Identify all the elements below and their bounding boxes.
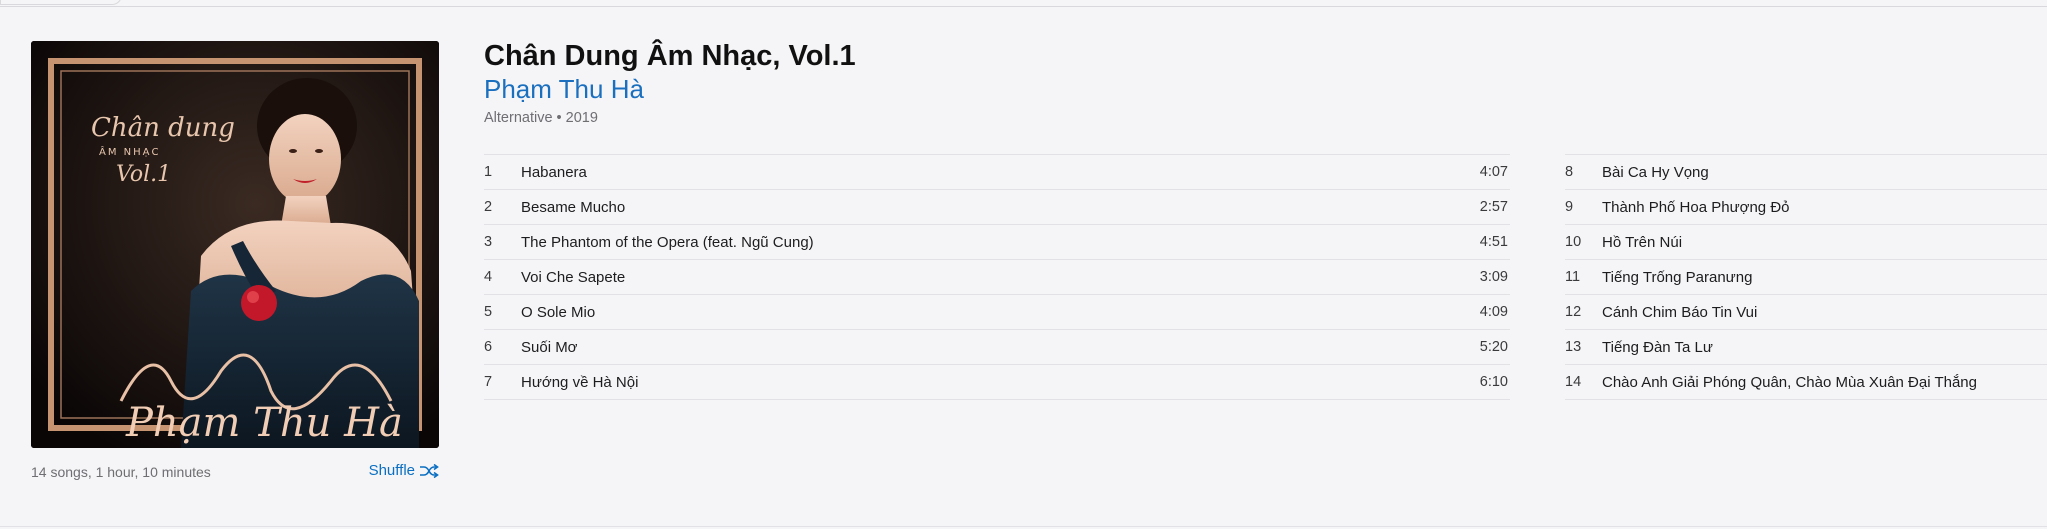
- track-number: 4: [484, 269, 493, 285]
- track-duration: 3:09: [1479, 269, 1508, 285]
- track-number: 13: [1565, 339, 1582, 355]
- track-duration: 4:07: [1479, 164, 1508, 180]
- track-number: 11: [1565, 269, 1581, 285]
- track-duration: 4:51: [1479, 234, 1508, 250]
- album-artwork[interactable]: Chân dung ÂM NHẠC Vol.1 Phạm Thu Hà: [31, 41, 439, 448]
- track-title: Tiếng Trống Paranưng: [1602, 269, 1753, 286]
- artwork-subtitle: ÂM NHẠC: [99, 145, 160, 158]
- track-duration: 5:20: [1479, 339, 1508, 355]
- track-title: Thành Phố Hoa Phượng Đỏ: [1602, 199, 1790, 216]
- artwork-volume: Vol.1: [116, 162, 171, 187]
- track-row[interactable]: 12 Cánh Chim Báo Tin Vui: [1565, 295, 2047, 330]
- track-row[interactable]: 4 Voi Che Sapete 3:09: [484, 260, 1510, 295]
- track-row[interactable]: 13 Tiếng Đàn Ta Lư: [1565, 330, 2047, 365]
- track-number: 8: [1565, 164, 1574, 180]
- track-number: 1: [484, 164, 493, 180]
- track-title: Suối Mơ: [521, 339, 578, 356]
- toolbar-tab-stub: [0, 0, 122, 5]
- track-number: 7: [484, 374, 493, 390]
- track-row[interactable]: 3 The Phantom of the Opera (feat. Ngũ Cu…: [484, 225, 1510, 260]
- track-duration: 4:09: [1479, 304, 1508, 320]
- album-meta-row: 14 songs, 1 hour, 10 minutes Shuffle: [31, 462, 439, 482]
- track-list-right: 8 Bài Ca Hy Vọng 9 Thành Phố Hoa Phượng …: [1565, 154, 2047, 400]
- track-row[interactable]: 5 O Sole Mio 4:09: [484, 295, 1510, 330]
- track-title: Bài Ca Hy Vọng: [1602, 164, 1709, 181]
- track-row[interactable]: 14 Chào Anh Giải Phóng Quân, Chào Mùa Xu…: [1565, 365, 2047, 400]
- track-title: Habanera: [521, 164, 587, 181]
- bottom-divider: [0, 526, 2047, 527]
- track-title: O Sole Mio: [521, 304, 596, 321]
- track-title: Hướng về Hà Nội: [521, 374, 639, 391]
- track-title: Cánh Chim Báo Tin Vui: [1602, 304, 1758, 321]
- track-row[interactable]: 11 Tiếng Trống Paranưng: [1565, 260, 2047, 295]
- track-title: Voi Che Sapete: [521, 269, 626, 286]
- album-title: Chân Dung Âm Nhạc, Vol.1: [484, 40, 856, 72]
- album-summary: 14 songs, 1 hour, 10 minutes: [31, 464, 211, 480]
- track-title: Hồ Trên Núi: [1602, 234, 1683, 251]
- top-toolbar-edge: [0, 0, 2047, 7]
- shuffle-icon: [420, 463, 439, 478]
- track-number: 12: [1565, 304, 1582, 320]
- track-number: 3: [484, 234, 493, 250]
- track-title: Besame Mucho: [521, 199, 626, 216]
- track-row[interactable]: 2 Besame Mucho 2:57: [484, 190, 1510, 225]
- track-duration: 2:57: [1479, 199, 1508, 215]
- track-title: Tiếng Đàn Ta Lư: [1602, 339, 1713, 356]
- shuffle-label: Shuffle: [368, 462, 415, 479]
- track-row[interactable]: 8 Bài Ca Hy Vọng: [1565, 155, 2047, 190]
- track-duration: 6:10: [1479, 374, 1508, 390]
- track-row[interactable]: 6 Suối Mơ 5:20: [484, 330, 1510, 365]
- track-number: 5: [484, 304, 493, 320]
- track-row[interactable]: 9 Thành Phố Hoa Phượng Đỏ: [1565, 190, 2047, 225]
- album-artwork-image: Chân dung ÂM NHẠC Vol.1 Phạm Thu Hà: [31, 41, 439, 448]
- track-number: 6: [484, 339, 493, 355]
- shuffle-button[interactable]: Shuffle: [369, 462, 439, 479]
- artwork-title-script: Chân dung: [91, 113, 235, 143]
- track-title: Chào Anh Giải Phóng Quân, Chào Mùa Xuân …: [1602, 374, 1977, 391]
- track-number: 2: [484, 199, 493, 215]
- artwork-signature: Phạm Thu Hà: [125, 400, 403, 446]
- track-row[interactable]: 1 Habanera 4:07: [484, 155, 1510, 190]
- track-row[interactable]: 10 Hồ Trên Núi: [1565, 225, 2047, 260]
- track-list-left: 1 Habanera 4:07 2 Besame Mucho 2:57 3 Th…: [484, 154, 1510, 400]
- track-number: 14: [1565, 374, 1582, 390]
- album-artist-link[interactable]: Phạm Thu Hà: [484, 74, 644, 105]
- track-number: 9: [1565, 199, 1574, 215]
- track-row[interactable]: 7 Hướng về Hà Nội 6:10: [484, 365, 1510, 400]
- track-number: 10: [1565, 234, 1582, 250]
- track-title: The Phantom of the Opera (feat. Ngũ Cung…: [521, 234, 814, 251]
- album-genre-year: Alternative • 2019: [484, 110, 598, 126]
